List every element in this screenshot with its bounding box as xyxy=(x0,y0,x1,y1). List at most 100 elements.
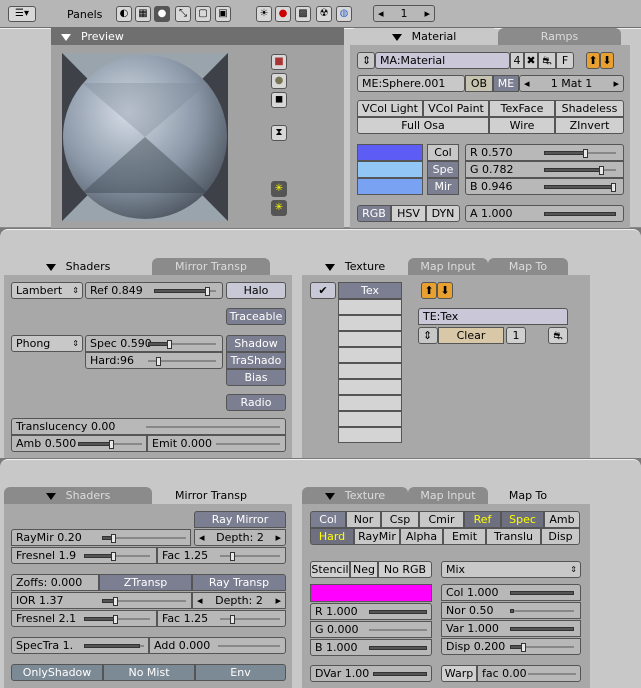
editing-context-icon[interactable]: ▢ xyxy=(195,6,211,22)
tab-mirror-transp[interactable]: Mirror Transp xyxy=(152,258,270,275)
mapto-csp[interactable]: Csp xyxy=(381,511,419,528)
zinvert-toggle[interactable]: ZInvert xyxy=(555,117,624,134)
mesh-name-field[interactable]: ME:Sphere.001 xyxy=(357,75,465,92)
alpha-slider[interactable]: A 1.000 xyxy=(465,205,624,222)
fresnel-slider-1[interactable]: Fresnel 1.9 xyxy=(11,547,157,564)
scene-context-icon[interactable]: ▣ xyxy=(215,6,231,22)
tab-mirror-transp-2[interactable]: Mirror Transp xyxy=(152,487,270,504)
trashado-toggle[interactable]: TraShado xyxy=(226,352,286,369)
texface-toggle[interactable]: TexFace xyxy=(489,100,555,117)
dvar-slider[interactable]: DVar 1.00 xyxy=(310,665,432,682)
material-browse-menu[interactable]: ⇕ xyxy=(357,52,375,69)
preview-mirror-icon[interactable]: ⧗ xyxy=(271,125,287,141)
tab-ramps[interactable]: Ramps xyxy=(498,28,621,45)
paste-texture-icon[interactable]: ⬇ xyxy=(437,282,453,299)
rgb-button[interactable]: RGB xyxy=(357,205,391,222)
mapto-nor[interactable]: Nor xyxy=(346,511,381,528)
hsv-button[interactable]: HSV xyxy=(391,205,426,222)
mapto-g-slider[interactable]: G 0.000 xyxy=(310,621,432,638)
mir-swatch[interactable] xyxy=(357,178,423,195)
specular-shader-menu[interactable]: Phong ⇕ xyxy=(11,335,83,352)
translucency-slider[interactable]: Translucency 0.00 xyxy=(11,418,286,435)
mapto-alpha[interactable]: Alpha xyxy=(400,528,443,545)
paste-material-icon[interactable]: ⬇ xyxy=(600,52,614,69)
window-type-icon[interactable]: ☰▾ xyxy=(8,6,36,22)
vcol-paint-toggle[interactable]: VCol Paint xyxy=(423,100,489,117)
spectra-slider[interactable]: SpecTra 1. xyxy=(11,637,149,654)
warp-fac-slider[interactable]: fac 0.00 xyxy=(477,665,581,682)
texture-slot-4[interactable] xyxy=(338,331,402,347)
tab-map-input[interactable]: Map Input xyxy=(408,258,488,275)
copy-texture-icon[interactable]: ⬆ xyxy=(421,282,437,299)
texture-name-field[interactable]: TE:Tex xyxy=(418,308,568,325)
copy-material-icon[interactable]: ⬆ xyxy=(586,52,600,69)
texture-slot-8[interactable] xyxy=(338,395,402,411)
mapto-r-slider[interactable]: R 1.000 xyxy=(310,603,432,620)
mapto-ref[interactable]: Ref xyxy=(464,511,501,528)
mir-button[interactable]: Mir xyxy=(427,178,459,195)
material-users-count[interactable]: 4 xyxy=(510,52,524,69)
clear-texture-button[interactable]: Clear xyxy=(438,327,504,344)
texture-slot-2[interactable] xyxy=(338,299,402,315)
link-ob-button[interactable]: OB xyxy=(465,75,493,92)
fake-user-icon[interactable]: ⛐ xyxy=(538,52,556,69)
ior-slider[interactable]: IOR 1.37 xyxy=(11,592,192,609)
preview-cube-icon[interactable]: ◼ xyxy=(271,92,287,108)
bias-toggle[interactable]: Bias xyxy=(226,369,286,386)
mapto-hard[interactable]: Hard xyxy=(310,528,354,545)
texture-subcontext-icon[interactable]: ▩ xyxy=(295,6,311,22)
material-index-field[interactable]: ◂ 1 Mat 1 ▸ xyxy=(519,75,624,92)
collapse-icon[interactable] xyxy=(324,263,335,271)
mapto-emit[interactable]: Emit xyxy=(443,528,486,545)
delete-material-icon[interactable]: ✖ xyxy=(524,52,538,69)
vcol-light-toggle[interactable]: VCol Light xyxy=(357,100,423,117)
script-context-icon[interactable]: ▦ xyxy=(135,6,151,22)
halo-toggle[interactable]: Halo xyxy=(226,282,286,299)
neg-toggle[interactable]: Neg xyxy=(350,561,378,578)
logic-context-icon[interactable]: ◐ xyxy=(116,6,132,22)
tab-map-to-2[interactable]: Map To xyxy=(488,487,568,504)
traceable-toggle[interactable]: Traceable xyxy=(226,308,286,325)
g-slider[interactable]: G 0.782 xyxy=(465,161,624,178)
onlyshadow-toggle[interactable]: OnlyShadow xyxy=(11,664,103,681)
collapse-icon[interactable] xyxy=(45,492,56,500)
preview-plane-icon[interactable]: ■ xyxy=(271,54,287,70)
mapto-nor-slider[interactable]: Nor 0.50 xyxy=(441,602,581,619)
mapto-b-slider[interactable]: B 1.000 xyxy=(310,639,432,656)
shading-context-icon[interactable]: ● xyxy=(154,6,170,22)
depth-field-1[interactable]: ◂ Depth: 2 ▸ xyxy=(194,529,286,546)
mapto-disp-slider[interactable]: Disp 0.200 xyxy=(441,638,581,655)
material-subcontext-icon[interactable]: ● xyxy=(275,6,291,22)
amb-slider[interactable]: Amb 0.500 xyxy=(11,435,147,452)
material-name-field[interactable]: MA:Material xyxy=(375,52,510,69)
env-toggle[interactable]: Env xyxy=(195,664,286,681)
preview-light2-icon[interactable]: ✳ xyxy=(271,200,287,216)
texture-fake-user-icon[interactable]: ⛐ xyxy=(548,327,568,344)
lamp-subcontext-icon[interactable]: ☀ xyxy=(256,6,272,22)
diffuse-shader-menu[interactable]: Lambert ⇕ xyxy=(11,282,83,299)
preview-sphere-icon[interactable]: ● xyxy=(271,73,287,89)
raymir-slider[interactable]: RayMir 0.20 xyxy=(11,529,191,546)
spe-swatch[interactable] xyxy=(357,161,423,178)
ray-transp-toggle[interactable]: Ray Transp xyxy=(192,574,286,591)
tab-material[interactable]: Material xyxy=(350,28,498,45)
stencil-toggle[interactable]: Stencil xyxy=(310,561,350,578)
ztransp-toggle[interactable]: ZTransp xyxy=(99,574,192,591)
wire-toggle[interactable]: Wire xyxy=(489,117,555,134)
shadow-toggle[interactable]: Shadow xyxy=(226,335,286,352)
texture-browse-menu[interactable]: ⇕ xyxy=(418,327,438,344)
col-swatch[interactable] xyxy=(357,144,423,161)
window-separator-2[interactable] xyxy=(0,459,641,489)
norgb-toggle[interactable]: No RGB xyxy=(378,561,432,578)
ray-mirror-toggle[interactable]: Ray Mirror xyxy=(194,511,286,528)
frame-number-field[interactable]: ◂ 1 ▸ xyxy=(373,5,435,22)
hard-slider[interactable]: Hard:96 xyxy=(85,352,223,369)
spe-button[interactable]: Spe xyxy=(427,161,459,178)
zoffs-field[interactable]: Zoffs: 0.000 xyxy=(11,574,99,591)
fake-user-button[interactable]: F xyxy=(556,52,574,69)
mapto-spec[interactable]: Spec xyxy=(501,511,544,528)
object-context-icon[interactable]: ⤡ xyxy=(175,6,191,22)
depth-field-2[interactable]: ◂ Depth: 2 ▸ xyxy=(192,592,286,609)
texture-slot-10[interactable] xyxy=(338,427,402,443)
full-osa-toggle[interactable]: Full Osa xyxy=(357,117,489,134)
